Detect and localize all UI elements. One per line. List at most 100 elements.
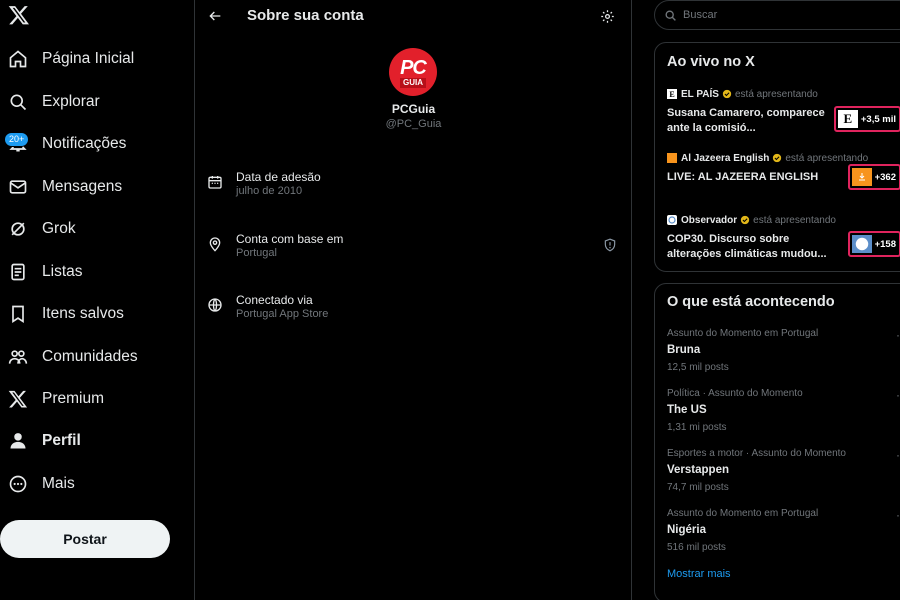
trend-post-count: 12,5 mil posts xyxy=(667,362,729,373)
verified-badge-icon xyxy=(773,153,782,163)
search-icon xyxy=(8,92,28,112)
source-name: EL PAÍS xyxy=(681,88,719,100)
live-source: Al Jazeera English está apresentando xyxy=(667,151,900,165)
nav-label: Página Inicial xyxy=(42,50,135,67)
live-card: Ao vivo no X E EL PAÍS está apresentando… xyxy=(654,42,900,272)
nav-label: Itens salvos xyxy=(42,305,124,322)
live-title: Ao vivo no X xyxy=(667,54,755,70)
gear-icon[interactable] xyxy=(597,6,617,26)
more-options-icon[interactable]: ··· xyxy=(896,448,900,462)
home-icon xyxy=(8,49,28,69)
nav-label: Listas xyxy=(42,263,83,280)
live-viewers-badge[interactable]: +158 xyxy=(847,231,900,257)
live-source: Observador está apresentando xyxy=(667,213,900,227)
post-button[interactable]: Postar xyxy=(0,520,170,558)
info-row-based-in: Conta com base em Portugal xyxy=(207,232,617,268)
live-item[interactable]: Al Jazeera English está apresentando LIV… xyxy=(667,151,900,201)
live-headline: COP30. Discurso sobre alterações climáti… xyxy=(667,233,827,260)
live-source: E EL PAÍS está apresentando xyxy=(667,87,900,101)
calendar-icon xyxy=(207,174,223,190)
live-headline: LIVE: AL JAZEERA ENGLISH xyxy=(667,171,819,183)
nav-item-grok[interactable]: Grok xyxy=(8,214,76,244)
info-title: Conectado via xyxy=(236,293,313,307)
nav-item-notifications[interactable]: 20+ Notificações xyxy=(4,129,127,159)
back-arrow-icon[interactable] xyxy=(205,6,225,26)
left-sidebar: Página Inicial Explorar 20+ Notificações… xyxy=(0,0,195,600)
trends-title: O que está acontecendo xyxy=(667,294,835,310)
info-value: Portugal xyxy=(236,247,277,259)
nav-item-premium[interactable]: Premium xyxy=(8,384,104,414)
nav-item-more[interactable]: Mais xyxy=(8,469,75,499)
nav-item-lists[interactable]: Listas xyxy=(8,257,83,287)
trend-item[interactable]: Assunto do Momento em Portugal Nigéria 5… xyxy=(667,508,900,558)
live-thumbnail xyxy=(851,168,872,186)
x-logo-icon xyxy=(8,389,28,409)
account-name: PCGuia xyxy=(391,102,436,116)
nav-label: Perfil xyxy=(42,432,81,449)
show-more-link[interactable]: Mostrar mais xyxy=(667,568,731,580)
source-name: Al Jazeera English xyxy=(681,152,770,164)
trend-category: Assunto do Momento em Portugal xyxy=(667,328,819,339)
nav-item-home[interactable]: Página Inicial xyxy=(8,44,134,74)
bookmark-icon xyxy=(8,304,28,324)
live-headline: Susana Camarero, comparece ante la comis… xyxy=(667,107,825,134)
verified-badge-icon xyxy=(722,89,732,99)
nav-label: Comunidades xyxy=(42,348,138,365)
nav-label: Grok xyxy=(42,220,76,237)
live-item[interactable]: Observador está apresentando COP30. Disc… xyxy=(667,213,900,263)
info-title: Data de adesão xyxy=(236,170,321,184)
trend-item[interactable]: Política · Assunto do Momento The US 1,3… xyxy=(667,388,900,438)
right-sidebar: Ao vivo no X E EL PAÍS está apresentando… xyxy=(632,0,900,600)
live-thumbnail: E xyxy=(837,110,858,128)
trend-name: The US xyxy=(667,404,707,416)
main-column: Sobre sua conta PC GUIA PCGuia @PC_Guia … xyxy=(195,0,632,600)
nav-item-profile[interactable]: Perfil xyxy=(8,426,81,456)
live-viewers-badge[interactable]: +362 xyxy=(847,164,900,190)
info-title: Conta com base em xyxy=(236,232,344,246)
shield-info-icon[interactable] xyxy=(603,238,617,252)
trend-item[interactable]: Assunto do Momento em Portugal Bruna 12,… xyxy=(667,328,900,378)
nav-item-bookmarks[interactable]: Itens salvos xyxy=(8,299,124,329)
live-viewers-badge[interactable]: E +3,5 mil xyxy=(833,106,900,132)
search-input[interactable] xyxy=(683,9,883,21)
location-pin-icon xyxy=(207,236,223,252)
presenting-text: está apresentando xyxy=(734,88,818,100)
presenting-text: está apresentando xyxy=(785,152,869,164)
viewer-count: +158 xyxy=(874,238,896,250)
avatar-logo-text: PC xyxy=(400,56,427,79)
account-handle: @PC_Guia xyxy=(385,118,442,130)
more-options-icon[interactable]: ··· xyxy=(896,328,900,342)
globe-icon xyxy=(207,297,223,313)
viewer-count: +3,5 mil xyxy=(860,113,896,125)
trend-item[interactable]: Esportes a motor · Assunto do Momento Ve… xyxy=(667,448,900,498)
trend-category: Política · Assunto do Momento xyxy=(667,388,803,399)
al-jazeera-logo-icon xyxy=(667,153,677,163)
trend-name: Bruna xyxy=(667,344,701,356)
nav-label: Mais xyxy=(42,475,75,492)
person-icon xyxy=(8,431,28,451)
source-name: Observador xyxy=(681,214,738,226)
more-options-icon[interactable]: ··· xyxy=(896,508,900,522)
info-value: Portugal App Store xyxy=(236,308,329,320)
live-item[interactable]: E EL PAÍS está apresentando Susana Camar… xyxy=(667,87,900,137)
trend-post-count: 1,31 mi posts xyxy=(667,422,727,433)
trend-name: Nigéria xyxy=(667,524,706,536)
trends-card: O que está acontecendo Assunto do Moment… xyxy=(654,283,900,600)
nav-item-messages[interactable]: Mensagens xyxy=(8,172,122,202)
observador-logo-icon xyxy=(667,215,677,225)
info-row-connected-via: Conectado via Portugal App Store xyxy=(207,293,617,329)
el-pais-logo-icon: E xyxy=(667,89,677,99)
nav-item-communities[interactable]: Comunidades xyxy=(8,342,138,372)
avatar-logo-subtext: GUIA xyxy=(400,77,426,88)
nav-label: Notificações xyxy=(42,135,127,152)
viewer-count: +362 xyxy=(874,171,896,183)
notification-badge: 20+ xyxy=(4,132,30,147)
search-box[interactable] xyxy=(654,0,900,30)
more-options-icon[interactable]: ··· xyxy=(896,388,900,402)
x-logo-icon[interactable] xyxy=(8,4,30,26)
info-row-join-date: Data de adesão julho de 2010 xyxy=(207,170,617,206)
bell-icon: 20+ xyxy=(4,132,30,154)
nav-item-explore[interactable]: Explorar xyxy=(8,87,100,117)
avatar[interactable]: PC GUIA xyxy=(389,48,437,96)
trend-category: Esportes a motor · Assunto do Momento xyxy=(667,448,846,459)
